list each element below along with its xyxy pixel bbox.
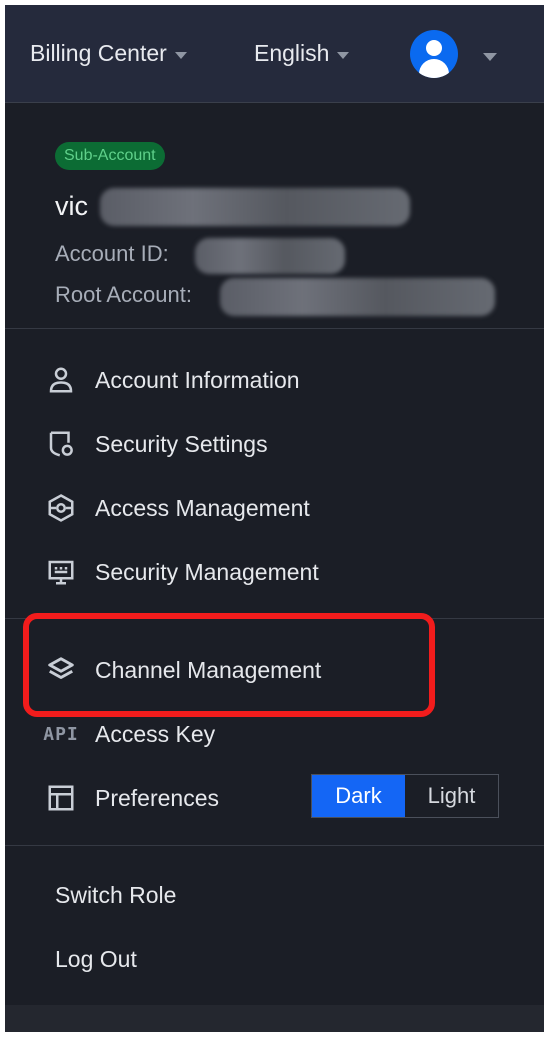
access-management-icon xyxy=(45,492,77,524)
chevron-down-icon xyxy=(337,51,350,59)
redacted-root-account xyxy=(220,278,495,316)
account-dropdown-panel: Billing Center English Sub-Account vic A… xyxy=(5,5,544,1032)
theme-dark-button[interactable]: Dark xyxy=(312,775,405,817)
top-navigation-bar: Billing Center English xyxy=(5,5,544,103)
nav-security-settings[interactable]: Security Settings xyxy=(45,422,268,466)
billing-center-menu[interactable]: Billing Center xyxy=(30,35,187,71)
security-settings-icon xyxy=(45,428,77,460)
user-avatar-icon[interactable] xyxy=(410,30,458,78)
nav-access-management[interactable]: Access Management xyxy=(45,486,310,530)
divider xyxy=(5,845,544,846)
switch-role-link[interactable]: Switch Role xyxy=(55,882,176,909)
language-label: English xyxy=(254,39,330,66)
account-id-label: Account ID: xyxy=(55,241,169,266)
root-account-label: Root Account: xyxy=(55,282,192,307)
nav-label: Security Management xyxy=(95,558,319,585)
nav-security-management[interactable]: Security Management xyxy=(45,550,319,594)
bottom-strip xyxy=(5,1005,544,1032)
nav-label: Account Information xyxy=(95,366,300,393)
divider xyxy=(5,328,544,329)
username: vic xyxy=(55,191,88,221)
sub-account-badge: Sub-Account xyxy=(55,142,165,170)
api-icon-text: API xyxy=(43,723,79,745)
nav-label: Access Key xyxy=(95,720,216,747)
chevron-down-icon xyxy=(174,51,187,59)
nav-access-key[interactable]: API Access Key xyxy=(43,712,216,756)
api-icon: API xyxy=(43,718,79,750)
redacted-username xyxy=(100,188,410,226)
nav-label: Access Management xyxy=(95,494,310,521)
language-menu[interactable]: English xyxy=(254,35,350,71)
nav-label: Preferences xyxy=(95,784,220,811)
nav-account-information[interactable]: Account Information xyxy=(45,358,300,402)
redacted-account-id xyxy=(195,238,345,274)
nav-preferences[interactable]: Preferences xyxy=(45,776,219,820)
billing-center-label: Billing Center xyxy=(30,39,167,66)
highlight-box xyxy=(23,613,435,717)
layout-icon xyxy=(45,782,77,814)
log-out-link[interactable]: Log Out xyxy=(55,946,137,973)
user-icon xyxy=(45,364,77,396)
theme-light-button[interactable]: Light xyxy=(405,775,498,817)
chevron-down-icon[interactable] xyxy=(483,53,497,61)
theme-toggle: Dark Light xyxy=(311,774,499,818)
nav-label: Security Settings xyxy=(95,430,268,457)
security-management-icon xyxy=(45,556,77,588)
